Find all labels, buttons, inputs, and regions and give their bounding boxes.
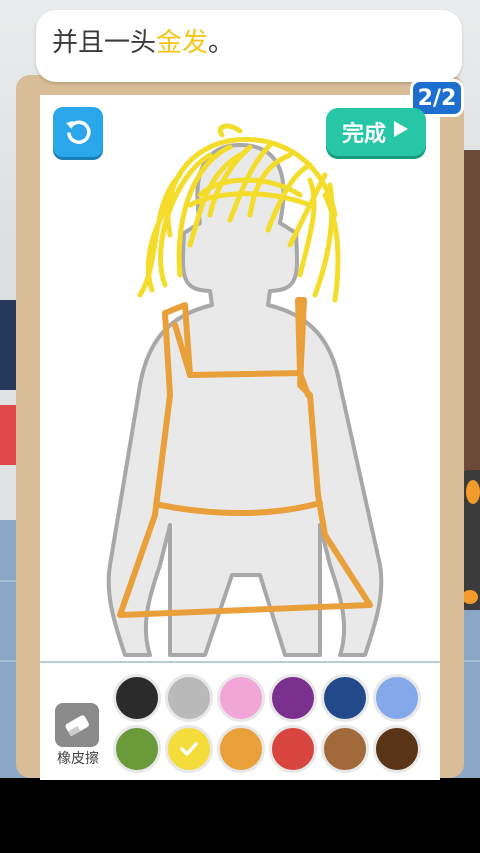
color-swatch-purple[interactable] — [269, 674, 317, 722]
color-swatch-navy[interactable] — [321, 674, 369, 722]
eraser-button[interactable] — [55, 703, 99, 747]
color-swatch-orange[interactable] — [217, 725, 265, 773]
color-swatch-light-gray[interactable] — [165, 674, 213, 722]
color-swatch-dark-brown[interactable] — [373, 725, 421, 773]
check-icon — [180, 742, 198, 756]
play-arrow-icon — [392, 119, 410, 145]
color-swatch-green[interactable] — [113, 725, 161, 773]
color-swatch-red[interactable] — [269, 725, 317, 773]
eraser-label: 橡皮擦 — [57, 751, 99, 767]
color-swatch-black[interactable] — [113, 674, 161, 722]
color-swatch-pink[interactable] — [217, 674, 265, 722]
color-swatch-light-blue[interactable] — [373, 674, 421, 722]
speech-text: 并且一头金发。 — [52, 28, 235, 58]
speech-bubble: 并且一头金发。 — [36, 10, 462, 82]
speech-highlight: 金发 — [156, 28, 209, 58]
done-button[interactable]: 完成 — [326, 108, 426, 156]
color-swatch-brown[interactable] — [321, 725, 369, 773]
undo-icon — [66, 120, 91, 144]
eraser-icon — [65, 715, 89, 737]
color-swatch-yellow[interactable] — [165, 725, 213, 773]
drawing-canvas[interactable] — [40, 95, 440, 661]
undo-button[interactable] — [53, 107, 103, 157]
done-label: 完成 — [341, 122, 386, 147]
character-silhouette — [106, 143, 384, 657]
